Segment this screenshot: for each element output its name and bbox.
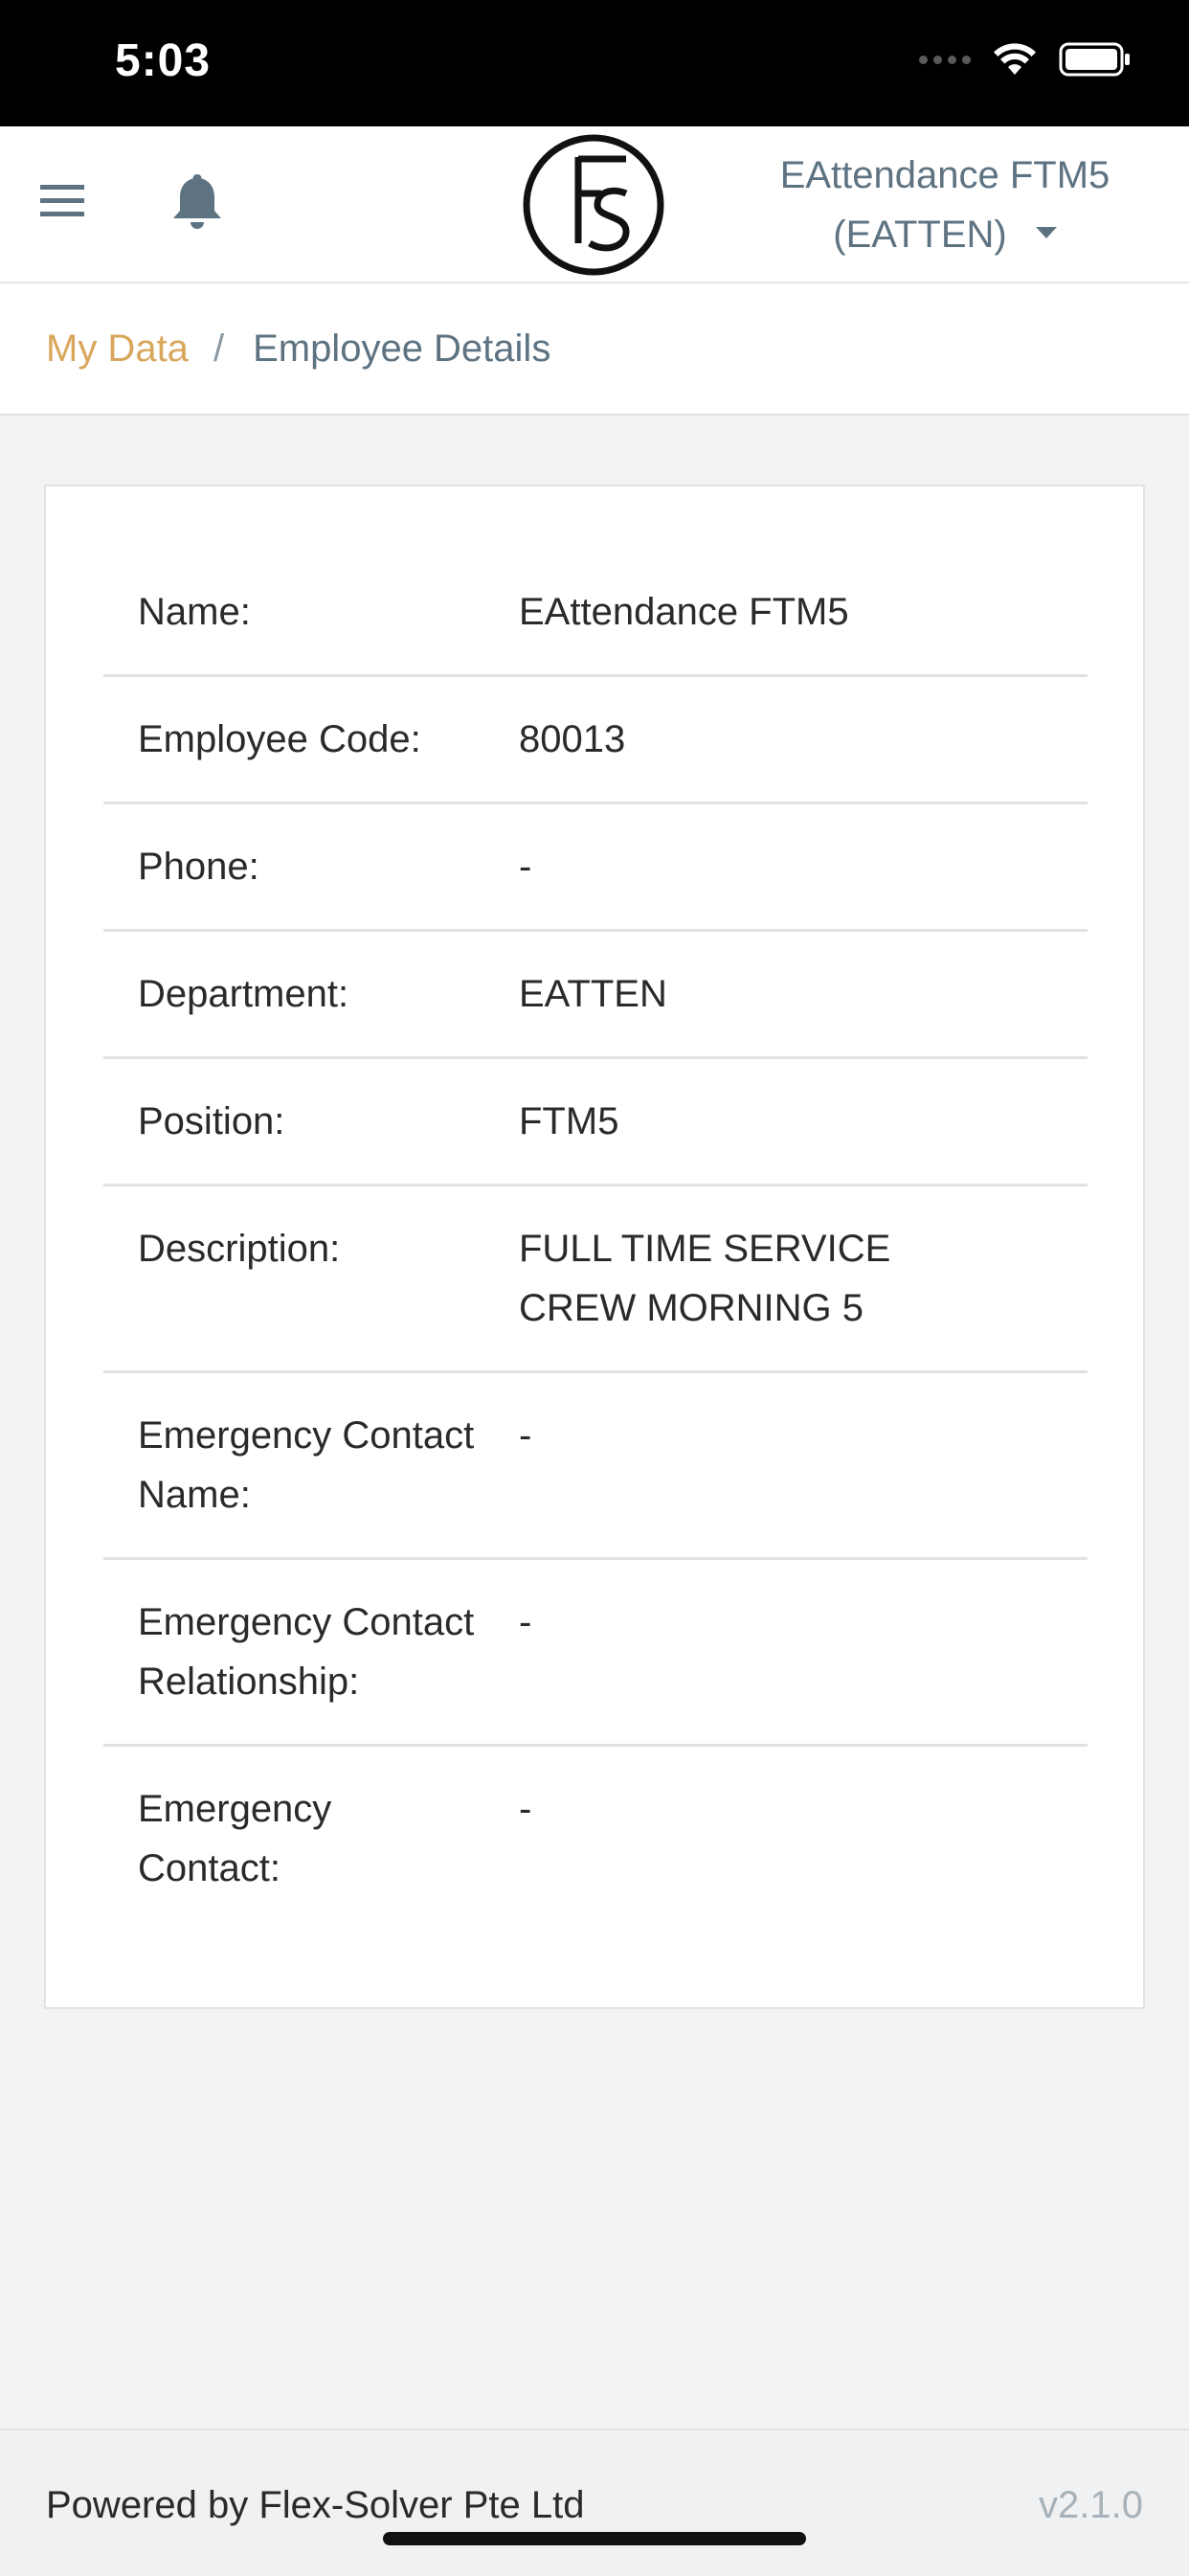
user-name: EAttendance FTM5 — [779, 154, 1110, 196]
employee-details-card: Name: EAttendance FTM5 Employee Code: 80… — [44, 485, 1145, 2009]
detail-row-emergency-contact-relationship: Emergency Contact Relationship: - — [103, 1560, 1088, 1747]
detail-value: EAttendance FTM5 — [519, 591, 849, 633]
user-account-dropdown[interactable]: EAttendance FTM5 (EATTEN) — [739, 146, 1151, 264]
detail-label: Position: — [138, 1100, 285, 1142]
detail-row-emergency-contact-name: Emergency Contact Name: - — [103, 1373, 1088, 1560]
detail-value: FTM5 — [519, 1100, 619, 1142]
user-department-line: (EATTEN) — [739, 205, 1151, 264]
detail-label: Emergency Contact: — [138, 1788, 332, 1889]
detail-label: Description: — [138, 1228, 341, 1270]
detail-row-description: Description: FULL TIME SERVICE CREW MORN… — [103, 1186, 1088, 1373]
employee-details-table: Name: EAttendance FTM5 Employee Code: 80… — [103, 550, 1088, 1931]
detail-value: - — [519, 1601, 532, 1643]
status-time: 5:03 — [115, 35, 212, 86]
detail-value: EATTEN — [519, 973, 667, 1015]
hamburger-menu-icon[interactable] — [38, 176, 88, 226]
detail-value: - — [519, 1414, 532, 1457]
battery-icon — [1059, 42, 1130, 77]
wifi-icon — [994, 43, 1036, 75]
home-indicator[interactable] — [383, 2532, 806, 2545]
detail-row-name: Name: EAttendance FTM5 — [103, 550, 1088, 677]
detail-row-position: Position: FTM5 — [103, 1059, 1088, 1186]
status-icons — [919, 42, 1132, 77]
detail-label: Emergency Contact Relationship: — [138, 1601, 475, 1703]
detail-row-department: Department: EATTEN — [103, 932, 1088, 1059]
breadcrumb: My Data / Employee Details — [0, 283, 1189, 416]
breadcrumb-current: Employee Details — [253, 327, 551, 370]
detail-label: Employee Code: — [138, 718, 421, 760]
detail-value: 80013 — [519, 718, 626, 760]
detail-value: FULL TIME SERVICE CREW MORNING 5 — [519, 1228, 891, 1329]
powered-by-text: Powered by Flex-Solver Pte Ltd — [46, 2484, 585, 2526]
chevron-down-icon — [1035, 227, 1057, 239]
app-header: EAttendance FTM5 (EATTEN) — [0, 126, 1189, 283]
detail-row-phone: Phone: - — [103, 804, 1088, 932]
app-footer: Powered by Flex-Solver Pte Ltd v2.1.0 — [0, 2429, 1189, 2576]
breadcrumb-my-data-link[interactable]: My Data — [46, 328, 189, 371]
company-logo — [523, 134, 664, 276]
status-bar: 5:03 — [0, 0, 1189, 126]
app-version: v2.1.0 — [1039, 2484, 1143, 2526]
detail-row-employee-code: Employee Code: 80013 — [103, 677, 1088, 804]
detail-label: Emergency Contact Name: — [138, 1414, 475, 1516]
user-department: (EATTEN) — [833, 214, 1007, 256]
detail-value: - — [519, 1788, 532, 1830]
detail-label: Phone: — [138, 846, 259, 888]
cellular-signal-icon — [919, 55, 971, 64]
detail-row-emergency-contact: Emergency Contact: - — [103, 1747, 1088, 1931]
notification-bell-icon[interactable] — [168, 170, 226, 232]
breadcrumb-separator: / — [213, 327, 225, 370]
detail-label: Name: — [138, 591, 251, 633]
detail-value: - — [519, 846, 532, 888]
detail-label: Department: — [138, 973, 349, 1015]
